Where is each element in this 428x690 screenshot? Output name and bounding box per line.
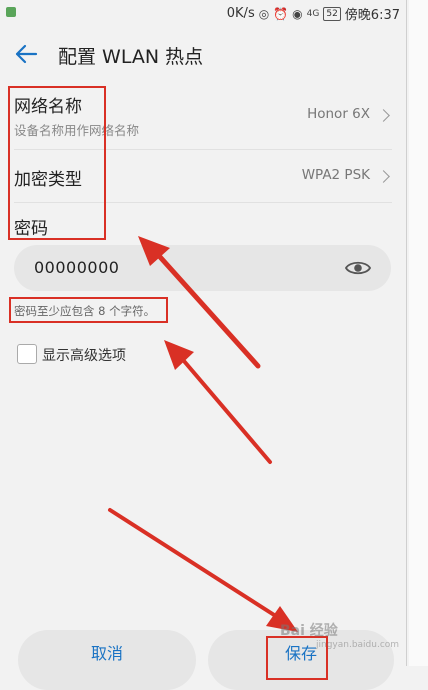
watermark: Bai 经验 <box>280 623 338 639</box>
watermark-url: jingyan.baidu.com <box>316 640 400 650</box>
arrow-line <box>108 508 284 622</box>
annotation-arrows <box>108 236 298 632</box>
arrow-line <box>176 352 272 464</box>
